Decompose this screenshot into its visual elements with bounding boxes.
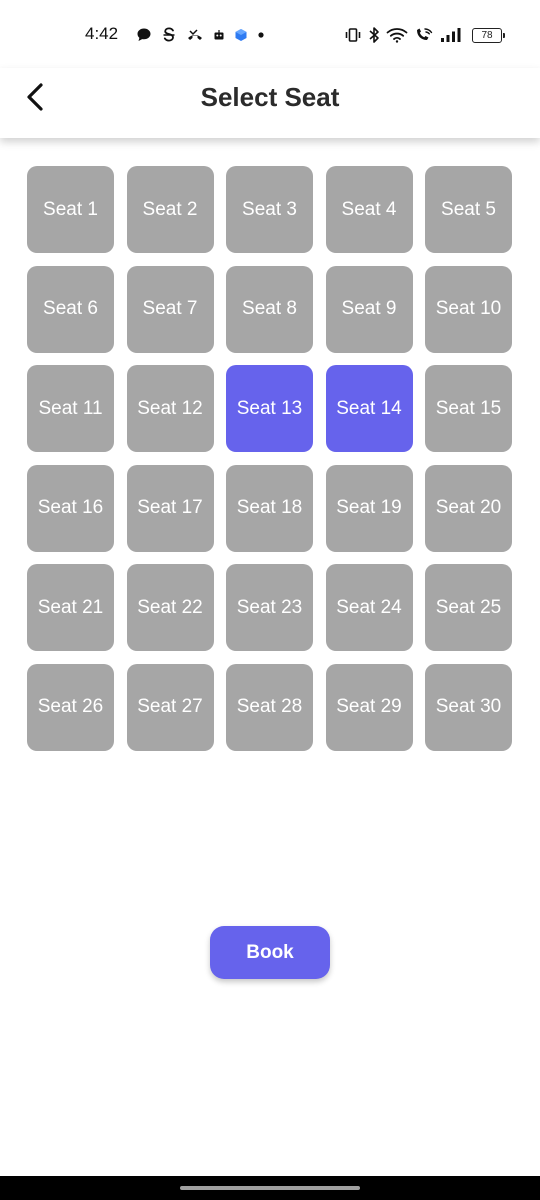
seat-button[interactable]: Seat 17 [126,464,214,552]
seat-button[interactable]: Seat 15 [425,365,512,452]
seat-button-selected[interactable]: Seat 13 [226,365,313,452]
wifi-icon [386,27,408,43]
seat-button[interactable]: Seat 28 [226,663,313,751]
seat-button[interactable]: Seat 22 [126,564,214,651]
seat-button[interactable]: Seat 16 [27,464,114,552]
status-time: 4:42 [85,24,119,43]
seat-button[interactable]: Seat 25 [425,564,512,651]
seat-button[interactable]: Seat 26 [27,663,114,751]
call-missed-icon [186,27,204,43]
seat-button[interactable]: Seat 2 [126,166,214,253]
seat-button[interactable]: Seat 10 [425,265,512,353]
notification-icons [136,24,265,46]
home-gesture-handle[interactable] [180,1186,360,1190]
vibrate-icon [344,27,362,43]
seat-button[interactable]: Seat 20 [425,464,512,552]
seat-button[interactable]: Seat 29 [325,663,413,751]
seat-button[interactable]: Seat 27 [126,663,214,751]
seat-button[interactable]: Seat 4 [325,166,413,253]
s-circle-icon [161,26,177,44]
seat-button[interactable]: Seat 9 [325,265,413,353]
navigation-bar [0,1176,540,1200]
seat-grid: Seat 1 Seat 2 Seat 3 Seat 4 Seat 5 Seat 6 Seat… [27,166,513,751]
signal-icon [440,27,462,43]
seat-button[interactable]: Seat 6 [27,265,114,353]
seat-button[interactable]: Seat 23 [226,564,313,651]
seat-button-selected[interactable]: Seat 14 [325,365,413,452]
seat-button[interactable]: Seat 3 [226,166,313,253]
chat-bubble-icon [136,27,152,43]
system-icons: 78 [344,24,505,46]
bluetooth-icon [368,26,380,44]
status-bar: 4:42 78 [0,0,540,68]
dot-icon [257,31,265,39]
seat-button[interactable]: Seat 11 [27,365,114,452]
page-title: Select Seat [200,82,340,112]
seat-button[interactable]: Seat 21 [27,564,114,651]
app-header: Select Seat [0,68,540,138]
seat-button[interactable]: Seat 5 [425,166,512,253]
app-cube-icon [234,28,248,42]
book-button[interactable]: Book [210,926,330,979]
seat-button[interactable]: Seat 30 [425,663,512,751]
seat-button[interactable]: Seat 8 [226,265,313,353]
seat-button[interactable]: Seat 18 [226,464,313,552]
seat-button[interactable]: Seat 1 [27,166,114,253]
seat-button[interactable]: Seat 24 [325,564,413,651]
seat-button[interactable]: Seat 19 [325,464,413,552]
wifi-call-icon [414,27,434,43]
seat-button[interactable]: Seat 12 [126,365,214,452]
battery-indicator: 78 [472,27,505,43]
robot-icon [213,29,225,41]
seat-button[interactable]: Seat 7 [126,265,214,353]
